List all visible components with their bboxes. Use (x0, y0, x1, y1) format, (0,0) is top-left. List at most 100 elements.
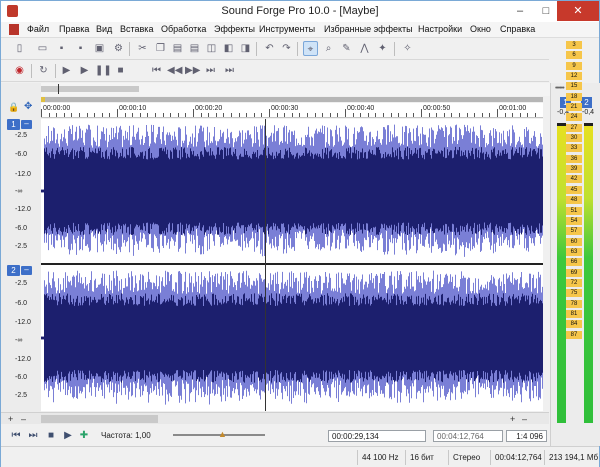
go-start-icon[interactable]: ⏮ (149, 63, 164, 78)
play-icon[interactable]: ▶ (77, 63, 92, 78)
waveform-channel-2[interactable] (41, 265, 543, 411)
go-end-alt-icon[interactable]: ⏭ (222, 63, 237, 78)
menu-file[interactable]: Файл (27, 24, 49, 34)
envelope-tool-icon[interactable]: ⋀ (357, 41, 372, 56)
open-icon[interactable]: ▭ (35, 41, 50, 56)
menu-help[interactable]: Справка (500, 24, 535, 34)
ruler-tick (451, 113, 453, 117)
ruler-tick (481, 113, 483, 117)
meter-channel-2-button[interactable]: 2 (581, 97, 592, 108)
ruler-label: 00:00:10 (119, 105, 147, 112)
waveform-channel-1[interactable] (41, 119, 543, 263)
record-icon[interactable]: ◉ (12, 63, 27, 78)
scrollbar-thumb[interactable] (41, 415, 158, 423)
overview-bar[interactable] (41, 83, 551, 96)
meter-scale-label: 33 (566, 144, 582, 153)
menu-tools[interactable]: Инструменты (259, 24, 315, 34)
db-label: -2.5 (15, 392, 28, 399)
level-zoom-in-icon[interactable]: + (510, 414, 515, 424)
menu-edit[interactable]: Правка (59, 24, 89, 34)
paste-special-icon[interactable]: ▤ (187, 41, 202, 56)
magnify-tool-icon[interactable]: ⌕ (321, 41, 336, 56)
peak-value-2[interactable]: -0,4 (582, 109, 594, 116)
menu-process[interactable]: Обработка (161, 24, 206, 34)
new-icon[interactable]: ▯ (12, 41, 27, 56)
ruler-tick (375, 113, 377, 117)
pencil-tool-icon[interactable]: ✎ (339, 41, 354, 56)
menu-favorites[interactable]: Избранные эффекты (324, 24, 413, 34)
channel-2-button[interactable]: 2 (7, 265, 20, 276)
cut-icon[interactable]: ✂ (135, 41, 150, 56)
bit-depth-status[interactable]: 16 бит (405, 450, 443, 465)
crop-icon[interactable]: ◧ (221, 41, 236, 56)
ruler-tick (459, 113, 460, 117)
play-icon[interactable]: ▶ (61, 429, 75, 442)
properties-icon[interactable]: ⚙ (111, 41, 126, 56)
ruler-tick (474, 113, 476, 117)
close-button[interactable]: ✕ (557, 1, 599, 21)
document-menu-icon[interactable] (9, 24, 19, 35)
edit-tool-icon[interactable]: ⌖ (303, 41, 318, 56)
meter-scale-label: 60 (566, 237, 582, 246)
horizontal-scrollbar[interactable]: + – + – (1, 412, 549, 424)
forward-icon[interactable]: ▶▶ (185, 63, 200, 78)
stop-icon[interactable]: ■ (44, 429, 58, 442)
event-tool-icon[interactable]: ✦ (375, 41, 390, 56)
zoom-in-icon[interactable]: + (8, 414, 13, 424)
copy-icon[interactable]: ❐ (153, 41, 168, 56)
channel-1-button[interactable]: 1 (7, 119, 20, 130)
ruler-tick (155, 113, 156, 117)
playback-cursor[interactable] (265, 119, 266, 411)
ruler-tick (345, 109, 346, 117)
db-label: -6.0 (15, 225, 28, 232)
meter-scale-label: 54 (566, 216, 582, 225)
ruler-tick (269, 109, 270, 117)
trim-icon[interactable]: ◨ (238, 41, 253, 56)
stop-icon[interactable]: ■ (113, 63, 128, 78)
level-zoom-out-icon[interactable]: – (522, 414, 527, 424)
standard-toolbar: ▯ ▭ ▪ ▪ ▣ ⚙ ✂ ❐ ▤ ▤ ◫ ◧ ◨ ↶ ↷ ⌖ ⌕ ✎ ⋀ ✦ … (1, 38, 549, 60)
slider-thumb-icon[interactable]: ▲ (218, 429, 227, 439)
go-end-icon[interactable]: ⏭ (203, 63, 218, 78)
go-end-icon[interactable]: ⏭ (26, 429, 40, 442)
menu-effects[interactable]: Эффекты (214, 24, 255, 34)
paste-icon[interactable]: ▤ (170, 41, 185, 56)
db-label: -12.0 (15, 356, 31, 363)
overview-visible-region[interactable] (41, 86, 139, 92)
render-icon[interactable]: ▣ (92, 41, 107, 56)
toolbar-divider (394, 42, 395, 56)
menu-window[interactable]: Окно (470, 24, 491, 34)
undo-icon[interactable]: ↶ (262, 41, 277, 56)
ruler-tick (504, 113, 506, 117)
maximize-button[interactable]: □ (533, 1, 559, 21)
channels-status[interactable]: Стерео (448, 450, 488, 465)
time-ruler-map-icon[interactable]: ✥ (24, 101, 32, 112)
ruler-tick (436, 113, 438, 117)
save-icon[interactable]: ▪ (54, 41, 69, 56)
pause-icon[interactable]: ❚❚ (95, 63, 112, 78)
loop-icon[interactable]: ↻ (36, 63, 51, 78)
redo-icon[interactable]: ↷ (279, 41, 294, 56)
time-ruler[interactable]: 00:00:00 00:00:10 00:00:20 00:00:30 00:0… (41, 103, 543, 118)
play-plus-icon[interactable]: ✚ (77, 429, 91, 442)
save-all-icon[interactable]: ▪ (73, 41, 88, 56)
menu-options[interactable]: Настройки (418, 24, 462, 34)
channel-1-minimize-icon[interactable]: – (21, 120, 32, 129)
mix-icon[interactable]: ◫ (204, 41, 219, 56)
lock-icon[interactable]: 🔒 (8, 102, 19, 113)
rewind-icon[interactable]: ◀◀ (167, 63, 182, 78)
plugin-chainer-icon[interactable]: ✧ (400, 41, 415, 56)
meter-grip[interactable]: •••••• (555, 85, 565, 92)
channel-2-minimize-icon[interactable]: – (21, 266, 32, 275)
selection-strip[interactable] (41, 97, 543, 102)
play-all-icon[interactable]: ▶ (59, 63, 74, 78)
menu-bar: Файл Правка Вид Вставка Обработка Эффект… (1, 22, 599, 38)
zoom-out-icon[interactable]: – (21, 414, 26, 424)
menu-insert[interactable]: Вставка (120, 24, 153, 34)
minimize-button[interactable]: – (507, 1, 533, 21)
db-label: -∞ (15, 337, 23, 344)
go-start-icon[interactable]: ⏮ (9, 429, 23, 442)
start-marker[interactable] (41, 97, 45, 102)
sample-rate-status[interactable]: 44 100 Hz (357, 450, 402, 465)
menu-view[interactable]: Вид (96, 24, 112, 34)
